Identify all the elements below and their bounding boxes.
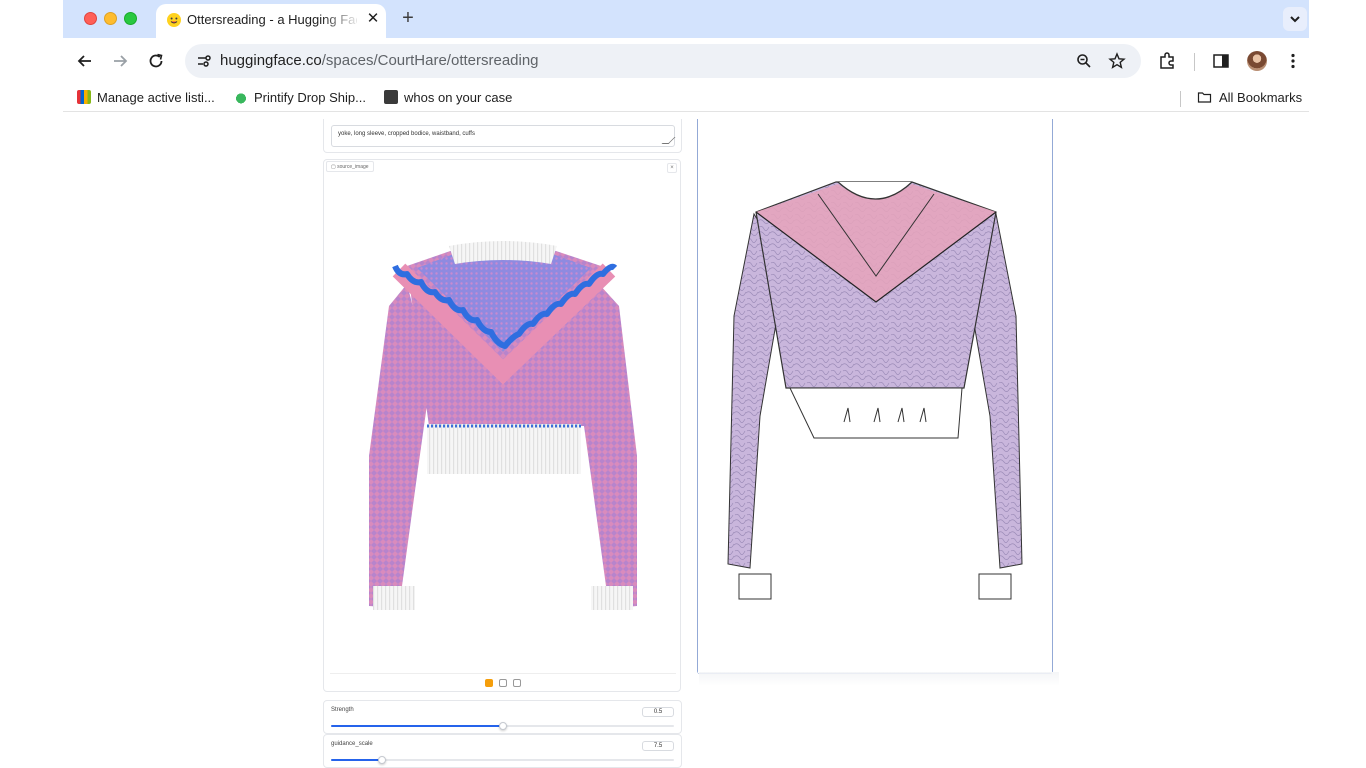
strength-track[interactable] (331, 722, 674, 730)
chevron-down-icon (1290, 16, 1300, 23)
guidance-scale-number-input[interactable]: 7.5 (642, 741, 674, 751)
address-bar[interactable]: huggingface.co/spaces/CourtHare/ottersre… (185, 44, 1141, 78)
extensions-icon[interactable] (1157, 51, 1177, 71)
back-icon[interactable] (74, 50, 96, 72)
strength-number-input[interactable]: 0.5 (642, 707, 674, 717)
upload-icon[interactable] (485, 679, 493, 687)
toolbar: huggingface.co/spaces/CourtHare/ottersre… (63, 38, 1309, 84)
bookmark-item-whos[interactable]: whos on your case (384, 90, 512, 108)
url-text[interactable]: huggingface.co/spaces/CourtHare/ottersre… (220, 52, 539, 69)
new-tab-button[interactable]: + (397, 7, 419, 29)
sweater-photo (329, 176, 677, 676)
guidance-scale-label: guidance_scale (331, 741, 373, 747)
cube-icon (384, 90, 398, 104)
page-content: yoke, long sleeve, cropped bodice, waist… (63, 119, 1309, 768)
profile-avatar[interactable] (1247, 51, 1267, 71)
reload-icon[interactable] (145, 50, 167, 72)
tab-strip: Ottersreading - a Hugging Face Space by … (63, 0, 1309, 38)
strength-label: Strength (331, 707, 354, 713)
folder-icon (1197, 92, 1212, 103)
tab-search-button[interactable] (1283, 7, 1307, 31)
url-domain: huggingface.co (220, 52, 322, 69)
forward-icon[interactable] (109, 50, 131, 72)
browser-window: Ottersreading - a Hugging Face Space by … (63, 0, 1309, 768)
prompt-panel: yoke, long sleeve, cropped bodice, waist… (323, 119, 682, 153)
more-menu-icon[interactable] (1283, 51, 1303, 71)
printify-icon (234, 90, 248, 104)
strength-thumb[interactable] (498, 722, 507, 730)
source-image-panel: ▢ source_image × (323, 159, 681, 692)
site-settings-icon[interactable] (195, 52, 213, 70)
bookmark-item-manage[interactable]: Manage active listi... (77, 90, 215, 108)
source-image[interactable] (329, 176, 677, 676)
zoom-icon[interactable] (1075, 52, 1093, 70)
zoom-window-button[interactable] (124, 12, 137, 25)
output-image[interactable] (698, 119, 1052, 673)
image-label: ▢ source_image (326, 161, 374, 172)
webcam-icon[interactable] (499, 679, 507, 687)
tab-active[interactable]: Ottersreading - a Hugging Face Space by … (156, 4, 386, 38)
resize-handle-icon[interactable] (661, 137, 676, 144)
strength-slider: Strength 0.5 (323, 700, 682, 734)
all-bookmarks-button[interactable]: All Bookmarks (1196, 90, 1302, 108)
guidance-scale-slider: guidance_scale 7.5 (323, 734, 682, 768)
clear-image-icon[interactable]: × (667, 163, 677, 173)
shop-icon (77, 90, 91, 104)
url-path: /spaces/CourtHare/ottersreading (321, 52, 539, 69)
guidance-scale-track[interactable] (331, 756, 674, 764)
bookmark-item-printify[interactable]: Printify Drop Ship... (234, 90, 366, 108)
bookmarks-bar: Manage active listi... Printify Drop Shi… (63, 84, 1309, 112)
clipboard-icon[interactable] (513, 679, 521, 687)
side-panel-icon[interactable] (1211, 51, 1231, 71)
hugging-face-icon (167, 13, 181, 27)
input-column: yoke, long sleeve, cropped bodice, waist… (323, 119, 683, 768)
minimize-window-button[interactable] (104, 12, 117, 25)
output-image-panel (697, 119, 1053, 674)
prompt-textarea[interactable]: yoke, long sleeve, cropped bodice, waist… (331, 125, 676, 147)
guidance-scale-thumb[interactable] (378, 756, 387, 764)
bookmark-star-icon[interactable] (1108, 52, 1126, 70)
tab-close-icon[interactable]: ✕ (364, 10, 382, 28)
close-window-button[interactable] (84, 12, 97, 25)
